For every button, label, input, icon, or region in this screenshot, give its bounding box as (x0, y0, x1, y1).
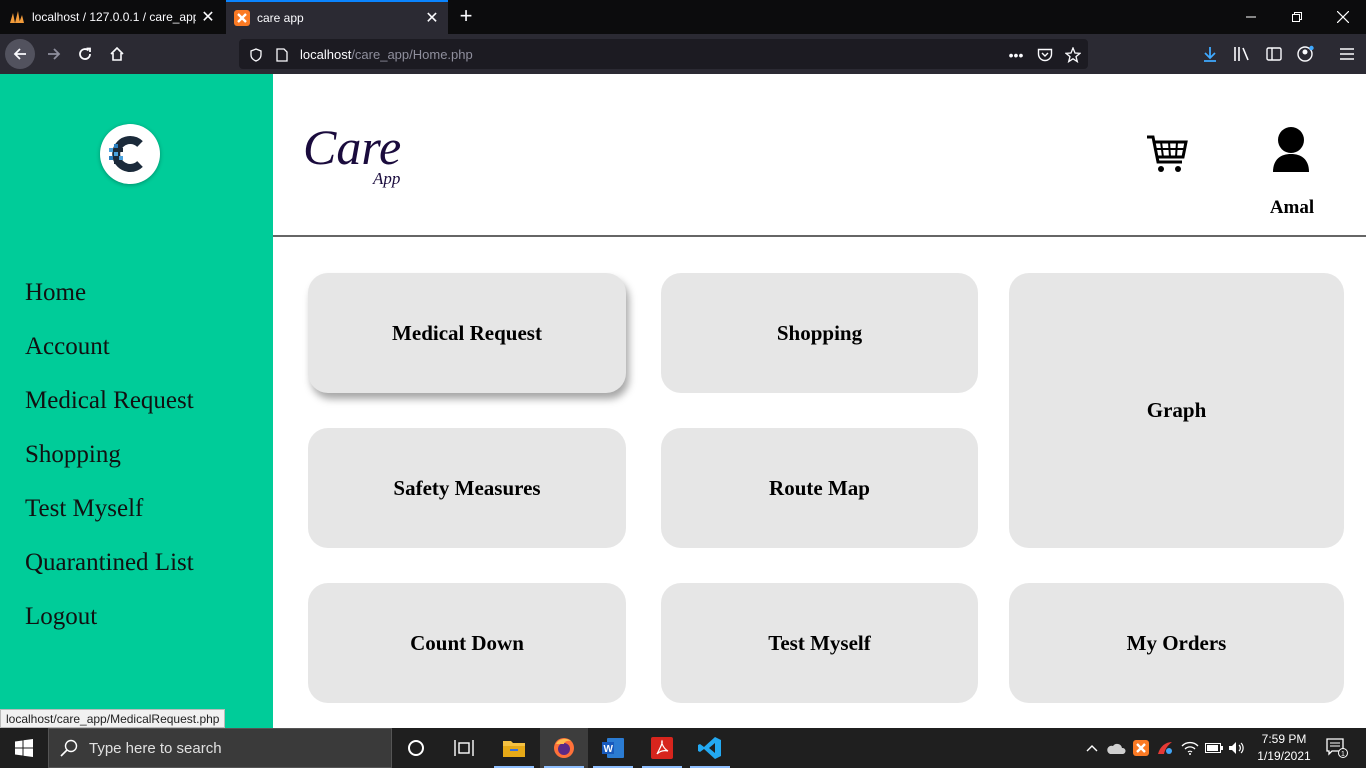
app-logo[interactable] (100, 124, 160, 184)
sidebar-item-home[interactable]: Home (25, 279, 194, 333)
svg-text:W: W (604, 744, 614, 755)
restore-icon[interactable] (1274, 0, 1320, 34)
card-count-down[interactable]: Count Down (308, 583, 626, 703)
file-explorer-icon[interactable] (490, 728, 538, 768)
username-label[interactable]: Amal (1233, 197, 1351, 219)
phpmyadmin-icon (9, 9, 25, 25)
sidebar-item-medical-request[interactable]: Medical Request (25, 387, 194, 441)
close-window-icon[interactable] (1320, 0, 1366, 34)
care-app-brand-logo[interactable]: Care App (303, 118, 423, 188)
card-safety-measures[interactable]: Safety Measures (308, 428, 626, 548)
bookmark-star-icon[interactable] (1065, 47, 1081, 63)
wifi-icon[interactable] (1179, 728, 1201, 768)
sidebar-item-shopping[interactable]: Shopping (25, 441, 194, 495)
tab-phpmyadmin[interactable]: localhost / 127.0.0.1 / care_app ✕ (0, 0, 224, 34)
downloads-icon[interactable] (1196, 40, 1224, 68)
firefox-icon[interactable] (540, 728, 588, 768)
onedrive-icon[interactable] (1104, 728, 1128, 768)
svg-text:Care: Care (303, 119, 401, 175)
windows-start-icon[interactable] (0, 728, 48, 768)
home-icon[interactable] (103, 40, 131, 68)
sidebar: Home Account Medical Request Shopping Te… (0, 74, 273, 728)
clock-time: 7:59 PM (1261, 732, 1307, 746)
sidebar-item-quarantined-list[interactable]: Quarantined List (25, 549, 194, 603)
more-actions-icon[interactable]: ••• (1008, 47, 1024, 63)
card-shopping[interactable]: Shopping (661, 273, 978, 393)
page-header: Care App Amal (273, 74, 1366, 237)
task-view-icon[interactable] (440, 728, 488, 768)
sidebar-toggle-icon[interactable] (1260, 40, 1288, 68)
cortana-icon[interactable] (392, 728, 440, 768)
close-tab-icon[interactable]: ✕ (196, 5, 220, 29)
care-logo-icon (109, 136, 143, 172)
tab-title: localhost / 127.0.0.1 / care_app (32, 10, 196, 24)
svg-text:App: App (372, 169, 400, 188)
link-status-bar: localhost/care_app/MedicalRequest.php (0, 709, 226, 728)
tab-care-app[interactable]: care app ✕ (226, 0, 448, 34)
word-icon[interactable]: W (589, 728, 637, 768)
search-placeholder: Type here to search (89, 739, 222, 757)
card-route-map[interactable]: Route Map (661, 428, 978, 548)
pocket-icon[interactable] (1037, 47, 1053, 63)
windows-taskbar: Type here to search W 7:59 PM 1/19/2021 … (0, 728, 1366, 768)
sidebar-item-logout[interactable]: Logout (25, 603, 194, 657)
battery-icon[interactable] (1203, 728, 1225, 768)
taskbar-search-box[interactable]: Type here to search (48, 728, 392, 768)
sidebar-menu: Home Account Medical Request Shopping Te… (25, 279, 194, 657)
shield-icon[interactable] (248, 47, 264, 63)
close-tab-icon[interactable]: ✕ (420, 6, 444, 30)
browser-toolbar: localhost/care_app/Home.php ••• (0, 34, 1366, 74)
menu-icon[interactable] (1333, 40, 1361, 68)
web-page: Home Account Medical Request Shopping Te… (0, 74, 1366, 728)
tab-title: care app (257, 11, 304, 25)
sidebar-item-test-myself[interactable]: Test Myself (25, 495, 194, 549)
user-avatar-icon[interactable] (1259, 126, 1323, 178)
acrobat-icon[interactable] (638, 728, 686, 768)
reload-icon[interactable] (71, 40, 99, 68)
app-tray-icon[interactable] (1154, 728, 1176, 768)
url-text: localhost/care_app/Home.php (300, 47, 473, 62)
back-icon[interactable] (5, 39, 35, 69)
notifications-icon[interactable]: 1 (1320, 728, 1354, 768)
page-icon[interactable] (274, 47, 290, 63)
browser-tab-bar: localhost / 127.0.0.1 / care_app ✕ care … (0, 0, 1366, 34)
xampp-icon (234, 10, 250, 26)
sidebar-item-account[interactable]: Account (25, 333, 194, 387)
card-graph[interactable]: Graph (1009, 273, 1344, 548)
card-medical-request[interactable]: Medical Request (308, 273, 626, 393)
card-my-orders[interactable]: My Orders (1009, 583, 1344, 703)
cart-icon[interactable] (1145, 132, 1189, 176)
address-bar[interactable]: localhost/care_app/Home.php ••• (239, 39, 1088, 69)
clock-date: 1/19/2021 (1257, 749, 1311, 763)
taskbar-clock[interactable]: 7:59 PM 1/19/2021 (1248, 731, 1320, 765)
new-tab-icon[interactable]: + (454, 4, 478, 28)
show-hidden-icons-icon[interactable] (1082, 728, 1102, 768)
search-icon (49, 739, 89, 757)
vscode-icon[interactable] (686, 728, 734, 768)
minimize-icon[interactable] (1228, 0, 1274, 34)
card-test-myself[interactable]: Test Myself (661, 583, 978, 703)
account-icon[interactable] (1292, 40, 1320, 68)
volume-icon[interactable] (1226, 728, 1248, 768)
xampp-tray-icon[interactable] (1130, 728, 1152, 768)
svg-text:1: 1 (1341, 751, 1345, 758)
library-icon[interactable] (1228, 40, 1256, 68)
forward-icon[interactable] (40, 40, 68, 68)
